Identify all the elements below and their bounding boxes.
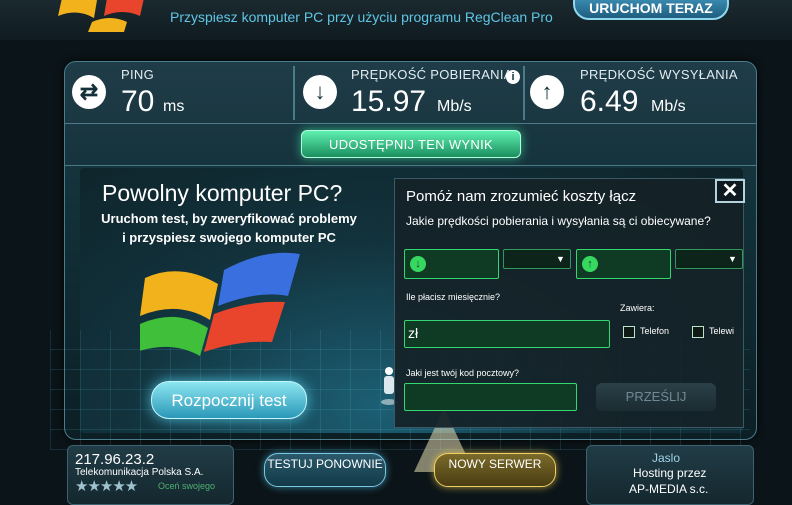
windows-logo-icon <box>58 0 144 32</box>
ping-value: 70 <box>121 85 155 118</box>
info-icon[interactable]: i <box>506 70 520 84</box>
download-arrow-icon: ↓ <box>410 256 426 272</box>
upload-icon: ↑ <box>530 75 564 109</box>
ad-subtitle: Uruchom test, by zweryfikować problemy i… <box>101 211 357 245</box>
includes-label: Zawiera: <box>620 303 655 313</box>
close-icon[interactable]: ✕ <box>715 179 745 203</box>
chevron-down-icon: ▼ <box>556 254 565 264</box>
server-city: Jaslo <box>652 451 681 465</box>
divider <box>64 165 757 166</box>
ping-label: PING <box>121 67 154 82</box>
ad-title: Powolny komputer PC? <box>102 180 343 206</box>
price-question: Ile płacisz miesięcznie? <box>406 292 501 302</box>
download-unit: Mb/s <box>437 98 472 115</box>
rate-isp-text: Oceń swojego <box>158 481 216 491</box>
tv-checkbox[interactable] <box>692 326 704 338</box>
currency-prefix: zł <box>408 325 419 341</box>
upload-unit: Mb/s <box>651 98 686 115</box>
ip-address: 217.96.23.2 <box>75 451 155 468</box>
start-test-button[interactable]: Rozpocznij test <box>151 381 307 419</box>
rating-stars[interactable]: ★★★★★ <box>75 477 138 495</box>
divider <box>64 123 757 124</box>
upload-arrow-icon: ↑ <box>582 256 598 272</box>
windows-logo-icon <box>140 252 300 356</box>
retest-button[interactable]: TESTUJ PONOWNIE <box>264 453 386 487</box>
phone-checkbox[interactable] <box>623 326 635 338</box>
tv-option-label: Telewi <box>709 326 735 336</box>
share-result-button[interactable]: UDOSTĘPNIJ TEN WYNIK <box>301 130 521 158</box>
banner-ad-text[interactable]: Przyspiesz komputer PC przy użyciu progr… <box>170 9 553 25</box>
ping-unit: ms <box>163 98 185 115</box>
survey-title: Pomóż nam zrozumieć koszty łącz <box>406 188 637 205</box>
server-hosting-label: Hosting przez <box>633 466 707 480</box>
download-label: PRĘDKOŚĆ POBIERANIA <box>351 67 513 82</box>
ping-icon: ⇄ <box>72 75 106 109</box>
separator <box>523 66 525 120</box>
upload-value: 6.49 <box>580 85 639 118</box>
speed-question: Jakie prędkości pobierania i wysyłania s… <box>406 214 711 228</box>
download-icon: ↓ <box>303 75 337 109</box>
server-organization: AP-MEDIA s.c. <box>629 482 709 496</box>
new-server-button[interactable]: NOWY SERWER <box>434 453 556 487</box>
separator <box>293 66 295 120</box>
chevron-down-icon: ▼ <box>728 254 737 264</box>
postal-question: Jaki jest twój kod pocztowy? <box>406 368 520 378</box>
monthly-price-input[interactable] <box>404 320 610 348</box>
upload-label: PRĘDKOŚĆ WYSYŁANIA <box>580 67 738 82</box>
postal-code-input[interactable] <box>404 383 577 411</box>
phone-option-label: Telefon <box>640 326 670 336</box>
download-value: 15.97 <box>351 85 427 118</box>
run-now-button[interactable]: URUCHOM TERAZ <box>573 0 729 20</box>
send-button[interactable]: PRZEŚLIJ <box>596 383 716 411</box>
